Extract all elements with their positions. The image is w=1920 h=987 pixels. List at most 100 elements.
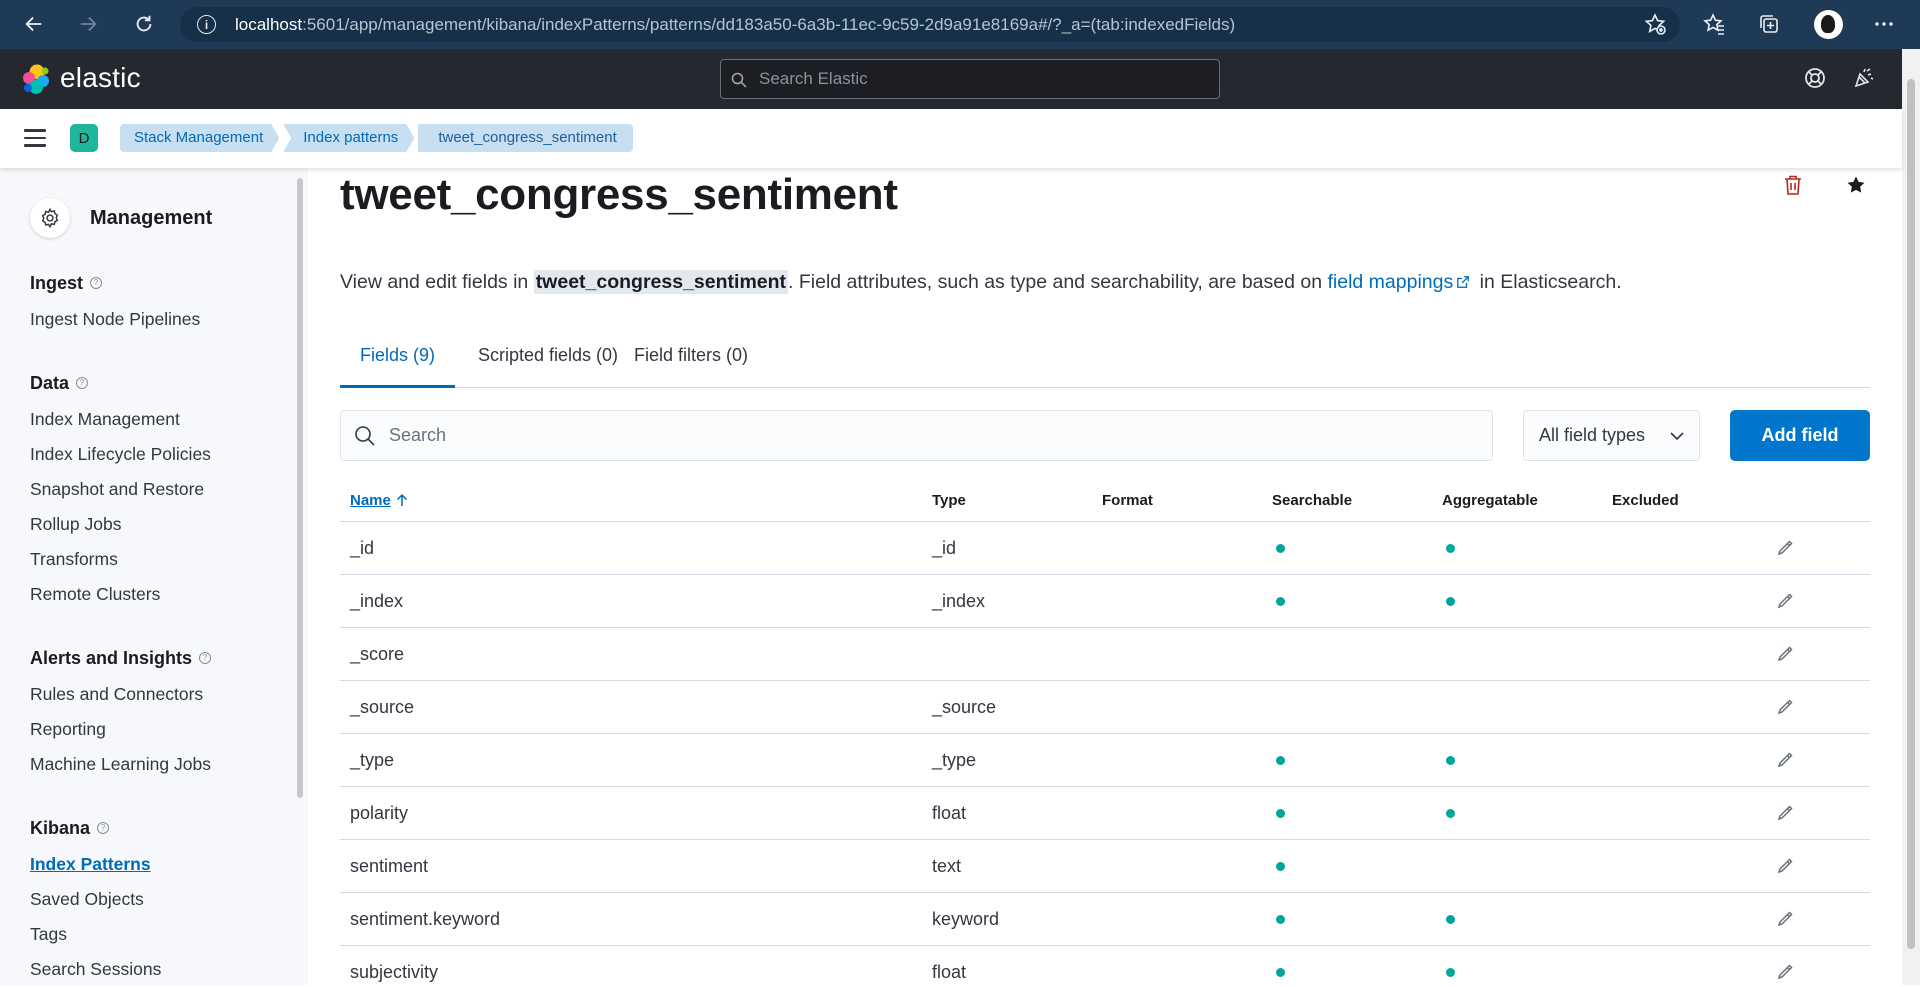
table-row: _id _id	[340, 522, 1870, 575]
sidebar-item-ingest-node-pipelines[interactable]: Ingest Node Pipelines	[30, 302, 200, 337]
sidebar-item-search-sessions[interactable]: Search Sessions	[30, 952, 161, 987]
sort-ascending-icon	[396, 493, 407, 506]
kibana-header: elastic	[0, 49, 1902, 109]
tab-field-filters[interactable]: Field filters (0)	[614, 333, 768, 388]
cell-field-type: _type	[932, 750, 977, 770]
sidebar-item-rules-and-connectors[interactable]: Rules and Connectors	[30, 677, 211, 712]
table-row: _score	[340, 628, 1870, 681]
field-mappings-link[interactable]: field mappings	[1327, 271, 1453, 293]
sidebar-item-tags[interactable]: Tags	[30, 917, 161, 952]
search-icon	[731, 72, 747, 88]
sidebar-item-reporting[interactable]: Reporting	[30, 712, 211, 747]
pencil-edit-icon[interactable]	[1775, 909, 1795, 929]
aggregatable-indicator	[1446, 756, 1455, 765]
favorite-add-icon[interactable]	[1643, 12, 1667, 36]
tab-fields[interactable]: Fields (9)	[340, 333, 456, 388]
column-header-searchable: Searchable	[1272, 492, 1353, 509]
profile-avatar[interactable]	[1814, 10, 1843, 39]
address-bar[interactable]: i localhost:5601/app/management/kibana/i…	[180, 7, 1680, 42]
sidebar-item-remote-clusters[interactable]: Remote Clusters	[30, 577, 211, 612]
cell-field-name: polarity	[350, 803, 409, 823]
searchable-indicator	[1276, 809, 1285, 818]
favorite-star-icon[interactable]	[1844, 173, 1868, 197]
sidebar-item-transforms[interactable]: Transforms	[30, 542, 211, 577]
help-icon[interactable]: ?	[97, 822, 110, 834]
sidebar-item-saved-objects[interactable]: Saved Objects	[30, 882, 161, 917]
sidebar-item-index-management[interactable]: Index Management	[30, 402, 211, 437]
table-row: sentiment text	[340, 840, 1870, 893]
cell-field-name: _type	[350, 750, 395, 770]
breadcrumb-current: tweet_congress_sentiment	[418, 124, 633, 152]
pencil-edit-icon[interactable]	[1775, 697, 1795, 717]
cell-field-type: _index	[932, 591, 986, 611]
sidebar-section-ingest: Ingest? Ingest Node Pipelines	[30, 270, 200, 337]
back-icon[interactable]	[20, 10, 48, 38]
cell-field-name: subjectivity	[350, 962, 439, 982]
pencil-edit-icon[interactable]	[1775, 591, 1795, 611]
column-header-name-label: Name	[350, 492, 391, 509]
delete-icon[interactable]	[1781, 173, 1805, 197]
aggregatable-indicator	[1446, 915, 1455, 924]
searchable-indicator	[1276, 915, 1285, 924]
sidebar-header: Management	[30, 198, 212, 238]
field-search[interactable]	[340, 410, 1493, 461]
breadcrumb-stack-management[interactable]: Stack Management	[120, 124, 279, 152]
sidebar-scrollbar[interactable]	[297, 178, 303, 798]
pencil-edit-icon[interactable]	[1775, 803, 1795, 823]
sidebar-title: Management	[90, 206, 213, 229]
info-icon[interactable]: i	[197, 15, 216, 34]
sidebar-section-title: Kibana?	[30, 815, 161, 841]
field-tabs: Fields (9) Scripted fields (0) Field fil…	[340, 333, 1870, 388]
table-row: _source _source	[340, 681, 1870, 734]
more-icon[interactable]	[1872, 12, 1896, 36]
page-scrollbar[interactable]	[1902, 49, 1920, 985]
sidebar-item-index-patterns[interactable]: Index Patterns	[30, 847, 161, 882]
cell-field-type: text	[932, 856, 962, 876]
page-scrollbar-thumb[interactable]	[1907, 79, 1915, 949]
searchable-indicator	[1276, 597, 1285, 606]
field-type-select[interactable]: All field types	[1523, 410, 1700, 461]
menu-icon[interactable]	[24, 129, 46, 147]
add-field-button[interactable]: Add field	[1730, 410, 1870, 461]
field-search-input[interactable]	[389, 411, 1479, 460]
url-text[interactable]: localhost:5601/app/management/kibana/ind…	[235, 7, 1235, 42]
aggregatable-indicator	[1446, 544, 1455, 553]
column-header-name[interactable]: Name	[350, 480, 409, 522]
sidebar-item-snapshot-and-restore[interactable]: Snapshot and Restore	[30, 472, 211, 507]
sidebar-item-machine-learning-jobs[interactable]: Machine Learning Jobs	[30, 747, 211, 782]
tab-scripted-fields[interactable]: Scripted fields (0)	[458, 333, 638, 388]
aggregatable-indicator	[1446, 597, 1455, 606]
sidebar-item-index-lifecycle-policies[interactable]: Index Lifecycle Policies	[30, 437, 211, 472]
chevron-down-icon	[1670, 432, 1684, 441]
cell-field-type: float	[932, 803, 967, 823]
pencil-edit-icon[interactable]	[1775, 962, 1795, 982]
cell-field-type: _id	[932, 538, 957, 558]
elastic-logo-text[interactable]: elastic	[60, 62, 141, 94]
help-icon[interactable]: ?	[76, 377, 89, 389]
help-icon[interactable]: ?	[90, 277, 103, 289]
cell-field-name: _id	[350, 538, 375, 558]
help-icon[interactable]	[1803, 66, 1829, 92]
elastic-logo-icon[interactable]	[20, 63, 52, 95]
global-search-input[interactable]	[759, 60, 1209, 98]
cell-field-type: keyword	[932, 909, 1000, 929]
aggregatable-indicator	[1446, 809, 1455, 818]
collections-icon[interactable]	[1757, 12, 1781, 36]
help-icon[interactable]: ?	[199, 652, 212, 664]
sidebar-item-rollup-jobs[interactable]: Rollup Jobs	[30, 507, 211, 542]
pencil-edit-icon[interactable]	[1775, 644, 1795, 664]
page-title: tweet_congress_sentiment	[340, 170, 898, 219]
favorites-icon[interactable]	[1702, 12, 1726, 36]
external-link-icon[interactable]	[1456, 275, 1470, 289]
pencil-edit-icon[interactable]	[1775, 856, 1795, 876]
refresh-icon[interactable]	[130, 10, 158, 38]
breadcrumb-index-patterns[interactable]: Index patterns	[283, 124, 414, 152]
sidebar-section-title: Alerts and Insights?	[30, 645, 212, 671]
pencil-edit-icon[interactable]	[1775, 750, 1795, 770]
forward-icon[interactable]	[74, 10, 102, 38]
sidebar-section-label: Ingest	[30, 272, 84, 293]
global-search[interactable]	[720, 59, 1220, 99]
newsfeed-icon[interactable]	[1852, 66, 1878, 92]
space-avatar[interactable]: D	[70, 124, 98, 152]
pencil-edit-icon[interactable]	[1775, 538, 1795, 558]
